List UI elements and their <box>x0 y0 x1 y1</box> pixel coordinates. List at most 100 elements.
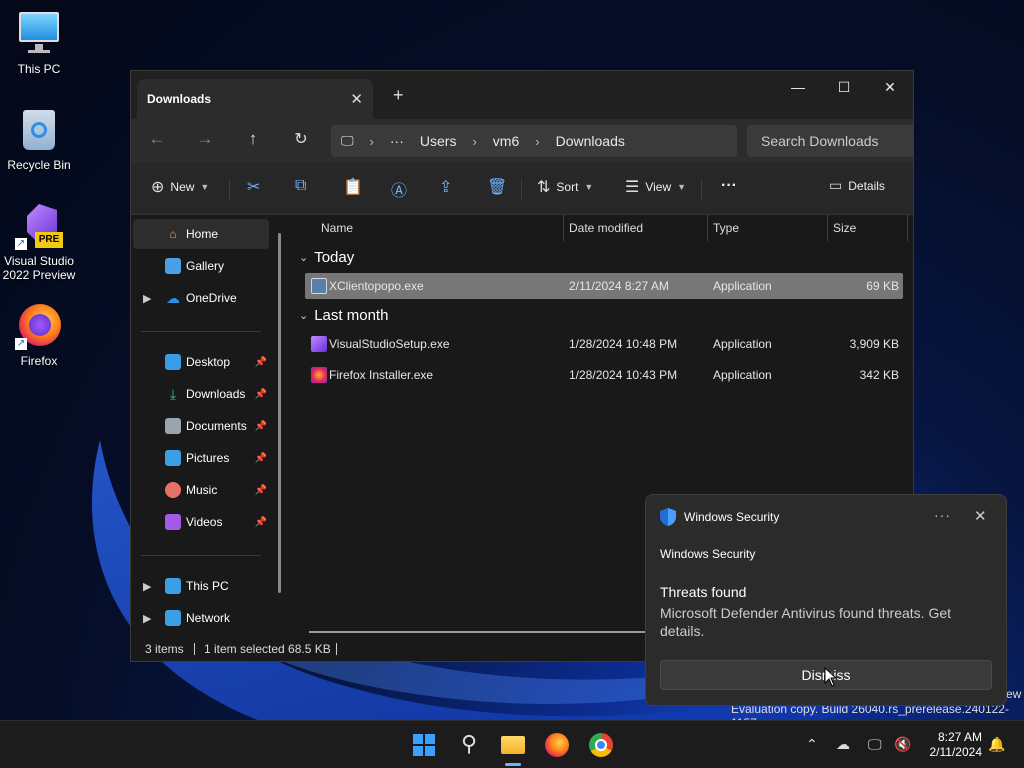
column-type[interactable]: Type <box>713 221 739 235</box>
more-crumbs-icon[interactable]: ··· <box>390 133 404 149</box>
breadcrumb[interactable]: 🖵 › ··· Users › vm6 › Downloads <box>331 125 737 157</box>
column-name[interactable]: Name <box>321 221 353 235</box>
close-icon[interactable]: ✕ <box>974 507 987 525</box>
taskbar-firefox[interactable] <box>543 731 571 759</box>
sidebar-item-this-pc[interactable]: ▶ This PC <box>133 571 269 601</box>
sidebar-item-music[interactable]: Music 📌 <box>133 475 269 505</box>
visual-studio-icon <box>311 336 327 352</box>
column-divider[interactable] <box>907 215 908 241</box>
sidebar-item-videos[interactable]: Videos 📌 <box>133 507 269 537</box>
chevron-right-icon[interactable]: ▶ <box>143 580 151 593</box>
paste-button[interactable]: 📋 <box>343 177 363 197</box>
up-icon[interactable]: ↑ <box>241 129 265 149</box>
sidebar-item-documents[interactable]: Documents 📌 <box>133 411 269 441</box>
desktop-icon-this-pc[interactable]: This PC <box>1 10 77 76</box>
sidebar-item-gallery[interactable]: Gallery <box>133 251 269 281</box>
music-icon <box>165 482 181 498</box>
file-size: 69 KB <box>866 279 899 293</box>
cut-button[interactable]: ✂ <box>247 177 260 197</box>
caption-buttons: — ☐ ✕ <box>775 71 913 103</box>
divider <box>229 179 230 201</box>
column-divider[interactable] <box>707 215 708 241</box>
clipboard-icon: 📋 <box>343 179 363 196</box>
forward-icon[interactable]: → <box>193 129 217 149</box>
onedrive-offline-icon[interactable]: ☁ <box>836 736 850 753</box>
file-row[interactable]: VisualStudioSetup.exe 1/28/2024 10:48 PM… <box>305 331 903 357</box>
pin-icon: 📌 <box>254 452 267 464</box>
divider <box>336 643 337 655</box>
sidebar-item-home[interactable]: ⌂ Home <box>133 219 269 249</box>
rename-button[interactable]: Ⓐ <box>391 177 407 201</box>
sidebar-item-desktop[interactable]: Desktop 📌 <box>133 347 269 377</box>
details-button[interactable]: ▭ Details <box>829 177 885 194</box>
column-divider[interactable] <box>827 215 828 241</box>
group-header-today[interactable]: ⌄ Today <box>299 249 354 266</box>
monitor-icon[interactable]: 🖵 <box>341 133 354 149</box>
delete-button[interactable]: 🗑 <box>487 177 507 197</box>
breadcrumb-downloads[interactable]: Downloads <box>556 133 625 149</box>
close-tab-icon[interactable]: ✕ <box>350 90 363 108</box>
network-icon[interactable]: 🖵 <box>868 736 882 753</box>
show-hidden-icons-icon[interactable]: ⌃ <box>806 736 818 753</box>
new-tab-button[interactable]: + <box>393 85 404 106</box>
close-window-button[interactable]: ✕ <box>867 71 913 103</box>
new-button[interactable]: ⊕ New ▼ <box>151 177 209 197</box>
desktop-icon-recycle-bin[interactable]: Recycle Bin <box>1 106 77 172</box>
sidebar-item-label: Gallery <box>186 259 225 273</box>
sidebar-item-label: Downloads <box>186 387 246 401</box>
group-header-last-month[interactable]: ⌄ Last month <box>299 307 388 324</box>
firefox-icon: ↗ <box>15 302 63 350</box>
column-size[interactable]: Size <box>833 221 856 235</box>
chevron-right-icon[interactable]: ▶ <box>143 612 151 625</box>
minimize-button[interactable]: — <box>775 71 821 103</box>
folder-icon <box>501 736 525 754</box>
sidebar-item-network[interactable]: ▶ Network <box>133 603 269 633</box>
clock[interactable]: 8:27 AM 2/11/2024 <box>924 730 983 760</box>
more-options-icon[interactable]: ··· <box>934 507 951 523</box>
share-button[interactable]: ⇪ <box>439 177 452 197</box>
taskbar-file-explorer[interactable] <box>499 731 527 759</box>
column-divider[interactable] <box>563 215 564 241</box>
active-app-indicator <box>505 763 521 766</box>
scissors-icon: ✂ <box>247 179 261 196</box>
time: 8:27 AM <box>937 730 982 744</box>
desktop-icon-visual-studio[interactable]: PRE ↗ Visual Studio 2022 Preview <box>1 202 77 282</box>
view-button[interactable]: ☰ View ▼ <box>625 177 686 197</box>
horizontal-scrollbar[interactable] <box>309 631 649 633</box>
sidebar-item-onedrive[interactable]: ▶ ☁ OneDrive <box>133 283 269 313</box>
notification-body: Microsoft Defender Antivirus found threa… <box>660 605 952 639</box>
copy-button[interactable]: ⧉ <box>295 177 306 195</box>
item-count: 3 items <box>145 642 184 656</box>
date: 2/11/2024 <box>929 745 983 759</box>
chevron-right-icon[interactable]: ▶ <box>143 292 151 305</box>
sidebar-scrollbar[interactable] <box>278 233 281 593</box>
sidebar-item-downloads[interactable]: ⤓ Downloads 📌 <box>133 379 269 409</box>
desktop-icon-firefox[interactable]: ↗ Firefox <box>1 302 77 368</box>
notification-app-name: Windows Security <box>684 510 780 524</box>
desktop-icon-label: This PC <box>17 62 61 76</box>
volume-muted-icon[interactable]: 🔇 <box>894 736 911 753</box>
breadcrumb-users[interactable]: Users <box>420 133 457 149</box>
start-button[interactable] <box>410 731 438 759</box>
navigation-pane: ⌂ Home Gallery ▶ ☁ OneDrive Desktop 📌 ⤓ … <box>131 215 283 639</box>
file-name: XClientopopo.exe <box>329 279 424 293</box>
cloud-icon: ☁ <box>166 290 180 306</box>
maximize-button[interactable]: ☐ <box>821 71 867 103</box>
search-input[interactable]: Search Downloads <box>747 125 913 157</box>
refresh-icon[interactable]: ↻ <box>289 129 313 149</box>
sort-button[interactable]: ⇅ Sort ▼ <box>537 177 593 197</box>
sidebar-item-pictures[interactable]: Pictures 📌 <box>133 443 269 473</box>
watermark-text: ew <box>1006 687 1022 701</box>
file-row[interactable]: Firefox Installer.exe 1/28/2024 10:43 PM… <box>305 362 903 388</box>
plus-circle-icon: ⊕ <box>151 179 165 196</box>
back-icon[interactable]: ← <box>145 129 169 149</box>
breadcrumb-vm6[interactable]: vm6 <box>493 133 519 149</box>
more-options-button[interactable]: ··· <box>721 177 737 195</box>
taskbar-chrome[interactable] <box>587 731 615 759</box>
file-row[interactable]: XClientopopo.exe 2/11/2024 8:27 AM Appli… <box>305 273 903 299</box>
column-date-modified[interactable]: Date modified <box>569 221 643 235</box>
notification-bell-icon[interactable]: 🔔 <box>988 736 1005 753</box>
search-icon[interactable]: ⚲ <box>455 731 483 759</box>
tab-downloads[interactable]: Downloads ✕ <box>137 79 373 119</box>
pin-icon: 📌 <box>254 356 267 368</box>
